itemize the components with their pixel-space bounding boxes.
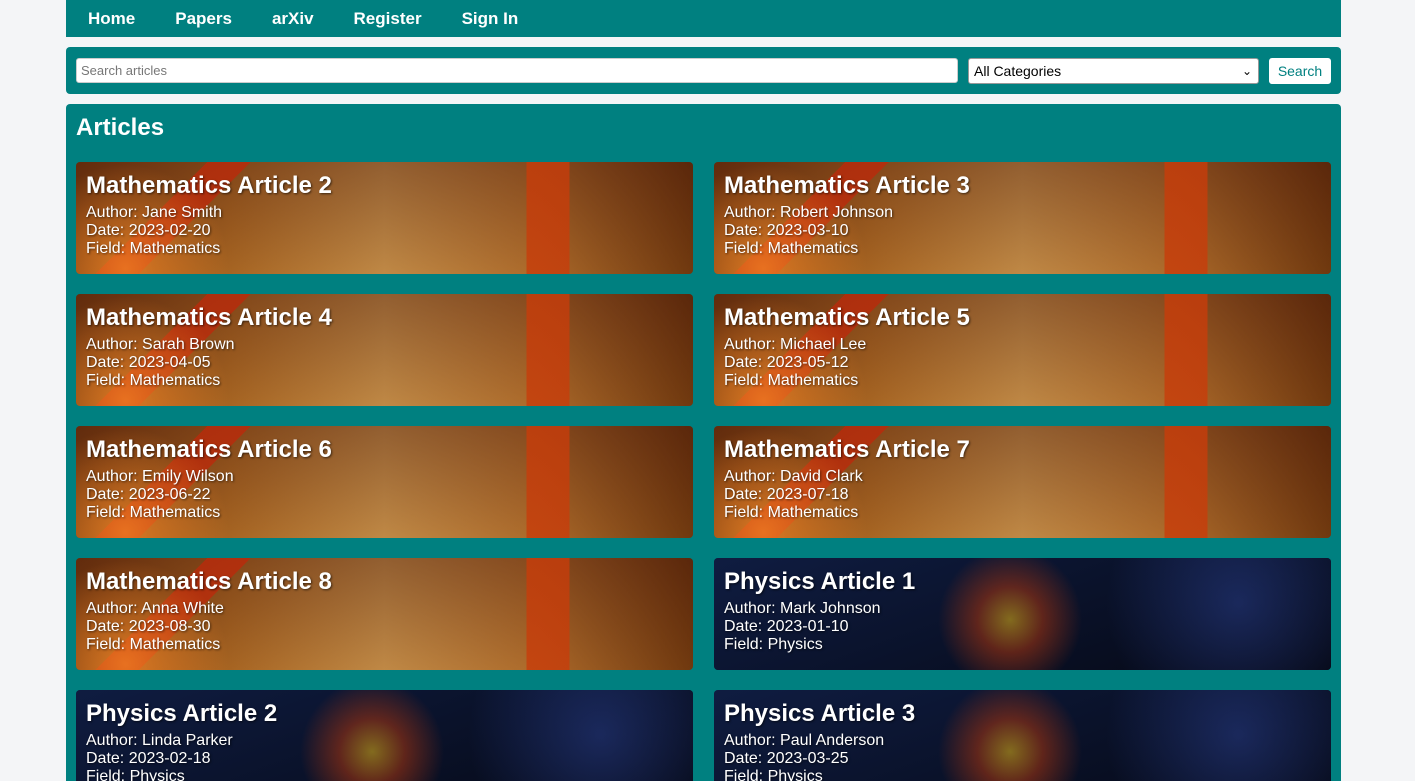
category-select[interactable]: All Categories ⌄ [968, 57, 1259, 84]
article-author: Author: Emily Wilson [86, 468, 234, 485]
article-card-content: Mathematics Article 7 Author: David Clark… [724, 436, 1321, 522]
article-field: Field: Mathematics [86, 636, 221, 653]
article-field: Field: Mathematics [724, 504, 859, 521]
article-card[interactable]: Physics Article 1 Author: Mark Johnson Dat… [714, 558, 1331, 670]
nav-arxiv[interactable]: arXiv [272, 10, 314, 27]
article-title[interactable]: Physics Article 2 [86, 700, 683, 728]
article-title[interactable]: Mathematics Article 3 [724, 172, 1321, 200]
article-title[interactable]: Mathematics Article 6 [86, 436, 683, 464]
article-card[interactable]: Mathematics Article 6 Author: Emily Wilso… [76, 426, 693, 538]
nav-papers[interactable]: Papers [175, 10, 232, 27]
article-card[interactable]: Mathematics Article 7 Author: David Clark… [714, 426, 1331, 538]
article-title[interactable]: Mathematics Article 2 [86, 172, 683, 200]
article-author: Author: Sarah Brown [86, 336, 235, 353]
article-card-content: Mathematics Article 4 Author: Sarah Brown… [86, 304, 683, 390]
nav-register[interactable]: Register [354, 10, 422, 27]
article-card[interactable]: Mathematics Article 3 Author: Robert John… [714, 162, 1331, 274]
article-author: Author: Robert Johnson [724, 204, 893, 221]
article-date: Date: 2023-04-05 [86, 354, 211, 371]
article-card-content: Mathematics Article 5 Author: Michael Lee… [724, 304, 1321, 390]
article-author: Author: Anna White [86, 600, 224, 617]
article-date: Date: 2023-05-12 [724, 354, 849, 371]
search-button[interactable]: Search [1269, 57, 1331, 84]
article-title[interactable]: Mathematics Article 7 [724, 436, 1321, 464]
article-author: Author: Michael Lee [724, 336, 867, 353]
search-bar: All Categories ⌄ Search [66, 47, 1341, 94]
article-date: Date: 2023-02-20 [86, 222, 211, 239]
article-card[interactable]: Mathematics Article 8 Author: Anna White D… [76, 558, 693, 670]
article-field: Field: Mathematics [86, 504, 221, 521]
article-field: Field: Mathematics [724, 372, 859, 389]
article-grid: Mathematics Article 2 Author: Jane Smith D… [76, 162, 1331, 781]
nav-home[interactable]: Home [88, 10, 135, 27]
page-wrapper: Home Papers arXiv Register Sign In All C… [66, 0, 1341, 781]
nav-sign-in[interactable]: Sign In [462, 10, 519, 27]
article-field: Field: Physics [86, 768, 185, 781]
article-date: Date: 2023-01-10 [724, 618, 849, 635]
article-card-content: Mathematics Article 6 Author: Emily Wilso… [86, 436, 683, 522]
article-field: Field: Physics [724, 636, 823, 653]
article-date: Date: 2023-02-18 [86, 750, 211, 767]
article-author: Author: Jane Smith [86, 204, 223, 221]
article-card-content: Mathematics Article 3 Author: Robert John… [724, 172, 1321, 258]
article-card-content: Physics Article 2 Author: Linda Parker Dat… [86, 700, 683, 781]
article-field: Field: Physics [724, 768, 823, 781]
article-card[interactable]: Mathematics Article 4 Author: Sarah Brown… [76, 294, 693, 406]
article-author: Author: Linda Parker [86, 732, 233, 749]
article-card[interactable]: Mathematics Article 5 Author: Michael Lee… [714, 294, 1331, 406]
article-title[interactable]: Physics Article 1 [724, 568, 1321, 596]
article-card[interactable]: Physics Article 3 Author: Paul Anderson Da… [714, 690, 1331, 781]
article-author: Author: David Clark [724, 468, 863, 485]
article-title[interactable]: Mathematics Article 4 [86, 304, 683, 332]
article-title[interactable]: Mathematics Article 8 [86, 568, 683, 596]
article-field: Field: Mathematics [86, 240, 221, 257]
article-date: Date: 2023-03-10 [724, 222, 849, 239]
article-title[interactable]: Physics Article 3 [724, 700, 1321, 728]
article-field: Field: Mathematics [724, 240, 859, 257]
article-author: Author: Paul Anderson [724, 732, 885, 749]
top-nav: Home Papers arXiv Register Sign In [66, 0, 1341, 37]
article-date: Date: 2023-03-25 [724, 750, 849, 767]
article-date: Date: 2023-06-22 [86, 486, 211, 503]
article-card-content: Mathematics Article 8 Author: Anna White D… [86, 568, 683, 654]
article-card-content: Mathematics Article 2 Author: Jane Smith D… [86, 172, 683, 258]
article-author: Author: Mark Johnson [724, 600, 881, 617]
article-date: Date: 2023-07-18 [724, 486, 849, 503]
article-card[interactable]: Physics Article 2 Author: Linda Parker Dat… [76, 690, 693, 781]
article-card[interactable]: Mathematics Article 2 Author: Jane Smith D… [76, 162, 693, 274]
search-input[interactable] [76, 58, 958, 83]
article-date: Date: 2023-08-30 [86, 618, 211, 635]
article-card-content: Physics Article 1 Author: Mark Johnson Dat… [724, 568, 1321, 654]
article-field: Field: Mathematics [86, 372, 221, 389]
articles-section: Articles Mathematics Article 2 Author: Ja… [66, 104, 1341, 781]
category-select-value: All Categories [974, 62, 1062, 79]
articles-heading: Articles [76, 114, 165, 141]
article-card-content: Physics Article 3 Author: Paul Anderson Da… [724, 700, 1321, 781]
chevron-down-icon: ⌄ [1241, 63, 1252, 78]
article-title[interactable]: Mathematics Article 5 [724, 304, 1321, 332]
